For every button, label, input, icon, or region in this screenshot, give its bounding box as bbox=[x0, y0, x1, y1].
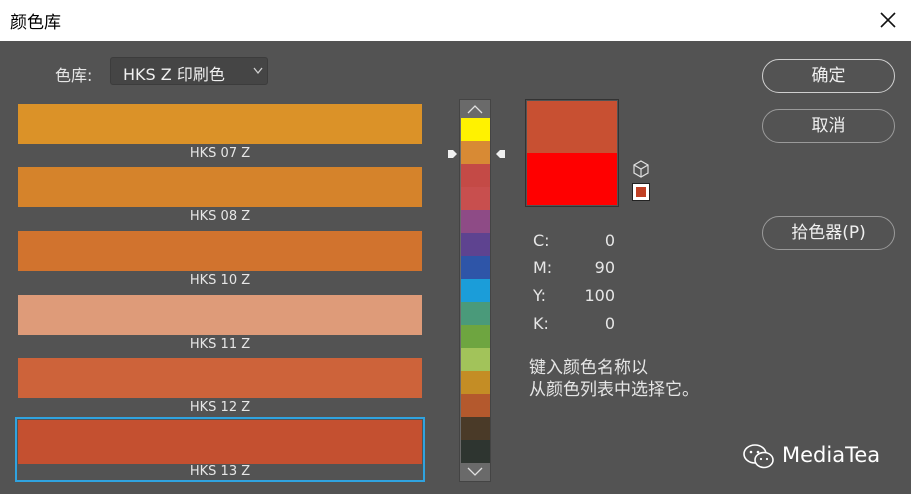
swatch-color-bar bbox=[18, 104, 422, 144]
spectrum-chip[interactable] bbox=[461, 164, 490, 187]
close-icon bbox=[880, 12, 896, 28]
swatch-item-selected[interactable]: HKS 13 Z bbox=[15, 417, 425, 482]
cancel-button[interactable]: 取消 bbox=[762, 109, 895, 143]
watermark-text: MediaTea bbox=[782, 443, 881, 467]
close-button[interactable] bbox=[872, 4, 904, 36]
spectrum-chip[interactable] bbox=[461, 325, 490, 348]
cmyk-m-label: M: bbox=[533, 258, 553, 277]
spectrum-chip[interactable] bbox=[461, 394, 490, 417]
cmyk-c-value: 0 bbox=[604, 231, 615, 250]
cmyk-y-label: Y: bbox=[533, 286, 547, 305]
hint-text: 键入颜色名称以 从颜色列表中选择它。 bbox=[529, 357, 699, 401]
cmyk-k-row: K: 0 bbox=[533, 314, 615, 336]
swatch-name: HKS 07 Z bbox=[189, 146, 251, 161]
color-picker-button[interactable]: 拾色器(P) bbox=[762, 216, 895, 250]
library-label: 色库: bbox=[55, 66, 93, 85]
spectrum-chip[interactable] bbox=[461, 371, 490, 394]
swatch-item[interactable]: HKS 11 Z bbox=[15, 292, 425, 354]
cmyk-k-label: K: bbox=[533, 314, 549, 333]
library-dropdown[interactable]: HKS Z 印刷色 bbox=[110, 57, 268, 85]
swatch-color-bar bbox=[18, 231, 422, 271]
wechat-icon bbox=[743, 444, 774, 469]
spectrum-chip[interactable] bbox=[461, 141, 490, 164]
cmyk-y-row: Y: 100 bbox=[533, 286, 615, 308]
spectrum-chip[interactable] bbox=[461, 256, 490, 279]
cmyk-c-row: C: 0 bbox=[533, 231, 615, 253]
swatch-name: HKS 12 Z bbox=[189, 400, 251, 415]
scroll-up-button[interactable] bbox=[460, 100, 490, 118]
title-bar: 颜色库 bbox=[0, 0, 911, 41]
original-color-preview bbox=[527, 153, 617, 205]
swatch-color-bar bbox=[18, 420, 422, 464]
cmyk-m-value: 90 bbox=[594, 258, 615, 277]
dialog-title: 颜色库 bbox=[10, 13, 61, 33]
swatch-name: HKS 10 Z bbox=[189, 273, 251, 288]
swatch-name: HKS 13 Z bbox=[189, 464, 251, 479]
swatch-item[interactable]: HKS 07 Z bbox=[15, 101, 425, 163]
spectrum-chip[interactable] bbox=[461, 302, 490, 325]
spectrum-chip[interactable] bbox=[461, 348, 490, 371]
print-gamut-cube-icon[interactable] bbox=[632, 160, 650, 178]
spectrum-chip[interactable] bbox=[461, 118, 490, 141]
scroll-down-button[interactable] bbox=[460, 463, 490, 481]
swatch-color-bar bbox=[18, 295, 422, 335]
spectrum-chip[interactable] bbox=[461, 233, 490, 256]
chevron-down-icon bbox=[467, 467, 483, 476]
cmyk-k-value: 0 bbox=[604, 314, 615, 333]
chevron-down-icon bbox=[253, 67, 263, 75]
swatch-name: HKS 08 Z bbox=[189, 209, 251, 224]
watermark: MediaTea bbox=[742, 441, 892, 473]
spectrum-chip[interactable] bbox=[461, 187, 490, 210]
new-color-preview bbox=[527, 101, 617, 153]
swatch-item[interactable]: HKS 12 Z bbox=[15, 355, 425, 417]
swatch-item[interactable]: HKS 08 Z bbox=[15, 164, 425, 226]
websafe-color-swatch[interactable] bbox=[632, 183, 650, 201]
spectrum-chip[interactable] bbox=[461, 279, 490, 302]
swatch-item[interactable]: HKS 10 Z bbox=[15, 228, 425, 290]
cmyk-m-row: M: 90 bbox=[533, 258, 615, 280]
spectrum-chip[interactable] bbox=[461, 210, 490, 233]
hint-line-2: 从颜色列表中选择它。 bbox=[529, 380, 699, 400]
spectrum-chip[interactable] bbox=[461, 440, 490, 463]
strip-marker-right-icon[interactable] bbox=[496, 149, 506, 159]
cmyk-c-label: C: bbox=[533, 231, 550, 250]
strip-marker-left-icon[interactable] bbox=[447, 149, 457, 159]
swatch-name: HKS 11 Z bbox=[189, 337, 251, 352]
spectrum-chip[interactable] bbox=[461, 417, 490, 440]
swatch-color-bar bbox=[18, 358, 422, 398]
library-dropdown-value: HKS Z 印刷色 bbox=[123, 65, 225, 84]
ok-button[interactable]: 确定 bbox=[762, 59, 895, 93]
websafe-color-fill bbox=[636, 187, 646, 197]
chevron-up-icon bbox=[467, 105, 483, 114]
hint-line-1: 键入颜色名称以 bbox=[529, 358, 648, 378]
cmyk-y-value: 100 bbox=[584, 286, 615, 305]
swatch-color-bar bbox=[18, 167, 422, 207]
color-library-dialog: 颜色库 色库: HKS Z 印刷色 HKS 07 Z HKS 08 Z HKS … bbox=[0, 0, 911, 494]
